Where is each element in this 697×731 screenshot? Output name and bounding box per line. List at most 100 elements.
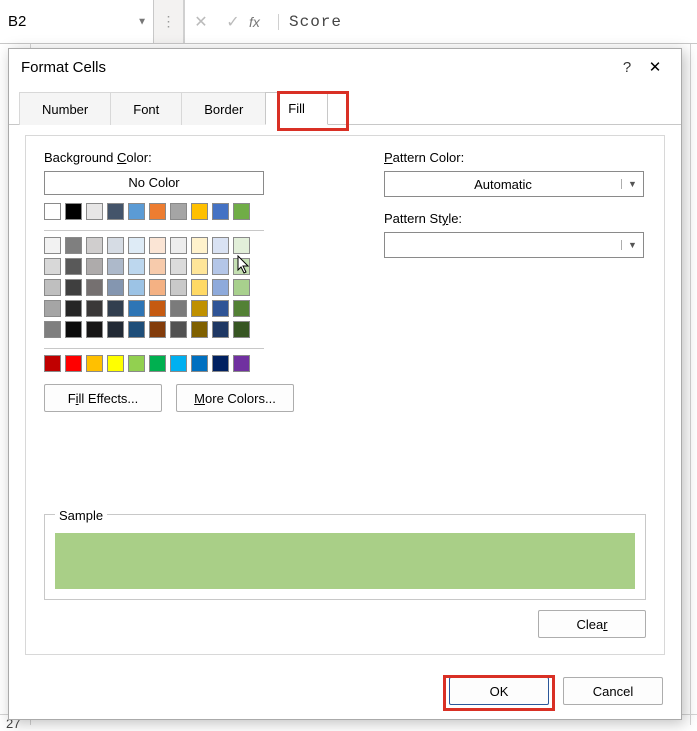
color-swatch[interactable] — [86, 300, 103, 317]
color-swatch[interactable] — [233, 203, 250, 220]
color-swatch[interactable] — [107, 300, 124, 317]
color-swatch[interactable] — [149, 258, 166, 275]
color-swatch[interactable] — [170, 203, 187, 220]
pattern-style-label: Pattern Style: — [384, 211, 644, 226]
color-swatch[interactable] — [191, 237, 208, 254]
color-swatch[interactable] — [170, 355, 187, 372]
separator — [44, 348, 264, 349]
color-swatch[interactable] — [149, 355, 166, 372]
sample-label: Sample — [55, 508, 107, 523]
color-swatch[interactable] — [44, 203, 61, 220]
theme-colors-row — [44, 203, 344, 220]
color-swatch[interactable] — [191, 321, 208, 338]
pattern-color-select[interactable]: Automatic ▼ — [384, 171, 644, 197]
color-swatch[interactable] — [212, 300, 229, 317]
color-swatch[interactable] — [65, 258, 82, 275]
dialog-body: Background Color: No Color Fill Effects.… — [25, 135, 665, 655]
name-box-value: B2 — [8, 13, 26, 30]
color-swatch[interactable] — [44, 279, 61, 296]
color-swatch[interactable] — [86, 321, 103, 338]
color-swatch[interactable] — [107, 321, 124, 338]
color-swatch[interactable] — [107, 355, 124, 372]
chevron-down-icon[interactable]: ▼ — [137, 16, 147, 27]
color-swatch[interactable] — [149, 279, 166, 296]
color-swatch[interactable] — [149, 203, 166, 220]
color-swatch[interactable] — [170, 300, 187, 317]
color-swatch[interactable] — [128, 355, 145, 372]
color-swatch[interactable] — [170, 237, 187, 254]
color-swatch[interactable] — [212, 237, 229, 254]
name-box[interactable]: B2 ▼ — [0, 0, 154, 43]
color-swatch[interactable] — [44, 237, 61, 254]
formula-input[interactable]: Score — [279, 13, 342, 31]
fx-label[interactable]: fx — [249, 14, 279, 30]
help-button[interactable]: ? — [613, 59, 641, 76]
fill-effects-button[interactable]: Fill Effects... — [44, 384, 162, 412]
color-swatch[interactable] — [149, 300, 166, 317]
color-swatch[interactable] — [128, 279, 145, 296]
color-swatch[interactable] — [107, 258, 124, 275]
color-swatch[interactable] — [86, 279, 103, 296]
color-swatch[interactable] — [212, 279, 229, 296]
color-swatch[interactable] — [44, 300, 61, 317]
color-swatch[interactable] — [233, 300, 250, 317]
color-swatch[interactable] — [44, 258, 61, 275]
standard-colors-row — [44, 355, 344, 372]
color-swatch[interactable] — [191, 279, 208, 296]
color-swatch[interactable] — [128, 258, 145, 275]
tab-border[interactable]: Border — [181, 92, 266, 125]
color-swatch[interactable] — [128, 237, 145, 254]
pattern-style-select[interactable]: ▼ — [384, 232, 644, 258]
color-swatch[interactable] — [212, 203, 229, 220]
color-swatch[interactable] — [191, 203, 208, 220]
color-swatch[interactable] — [170, 258, 187, 275]
color-swatch[interactable] — [191, 300, 208, 317]
color-swatch[interactable] — [191, 258, 208, 275]
clear-button[interactable]: Clear — [538, 610, 646, 638]
cancel-button[interactable]: Cancel — [563, 677, 663, 705]
color-swatch[interactable] — [86, 237, 103, 254]
pattern-color-value: Automatic — [385, 177, 621, 192]
color-swatch[interactable] — [170, 321, 187, 338]
color-swatch[interactable] — [128, 203, 145, 220]
color-swatch[interactable] — [86, 203, 103, 220]
color-swatch[interactable] — [191, 355, 208, 372]
tab-font[interactable]: Font — [110, 92, 182, 125]
color-swatch[interactable] — [128, 300, 145, 317]
tab-number[interactable]: Number — [19, 92, 111, 125]
tab-fill[interactable]: Fill — [265, 92, 328, 125]
ok-button[interactable]: OK — [449, 677, 549, 705]
cancel-formula-icon: ✕ — [185, 12, 217, 32]
color-swatch[interactable] — [149, 321, 166, 338]
color-swatch[interactable] — [212, 355, 229, 372]
tabstrip: Number Font Border Fill — [9, 91, 681, 125]
more-colors-button[interactable]: More Colors... — [176, 384, 294, 412]
color-swatch[interactable] — [233, 258, 250, 275]
color-swatch[interactable] — [107, 279, 124, 296]
color-swatch[interactable] — [107, 237, 124, 254]
color-swatch[interactable] — [233, 237, 250, 254]
color-swatch[interactable] — [44, 321, 61, 338]
color-swatch[interactable] — [212, 258, 229, 275]
color-swatch[interactable] — [233, 279, 250, 296]
dialog-footer: OK Cancel — [449, 677, 663, 705]
color-swatch[interactable] — [65, 321, 82, 338]
close-icon[interactable]: ✕ — [641, 58, 669, 76]
color-swatch[interactable] — [65, 237, 82, 254]
no-color-button[interactable]: No Color — [44, 171, 264, 195]
color-swatch[interactable] — [86, 355, 103, 372]
color-swatch[interactable] — [65, 355, 82, 372]
color-swatch[interactable] — [65, 300, 82, 317]
color-swatch[interactable] — [233, 321, 250, 338]
color-swatch[interactable] — [65, 279, 82, 296]
color-swatch[interactable] — [149, 237, 166, 254]
color-swatch[interactable] — [128, 321, 145, 338]
color-swatch[interactable] — [107, 203, 124, 220]
color-swatch[interactable] — [170, 279, 187, 296]
color-swatch[interactable] — [44, 355, 61, 372]
color-swatch[interactable] — [86, 258, 103, 275]
color-swatch[interactable] — [65, 203, 82, 220]
split-handle[interactable]: ⋮ — [154, 0, 184, 43]
color-swatch[interactable] — [233, 355, 250, 372]
color-swatch[interactable] — [212, 321, 229, 338]
